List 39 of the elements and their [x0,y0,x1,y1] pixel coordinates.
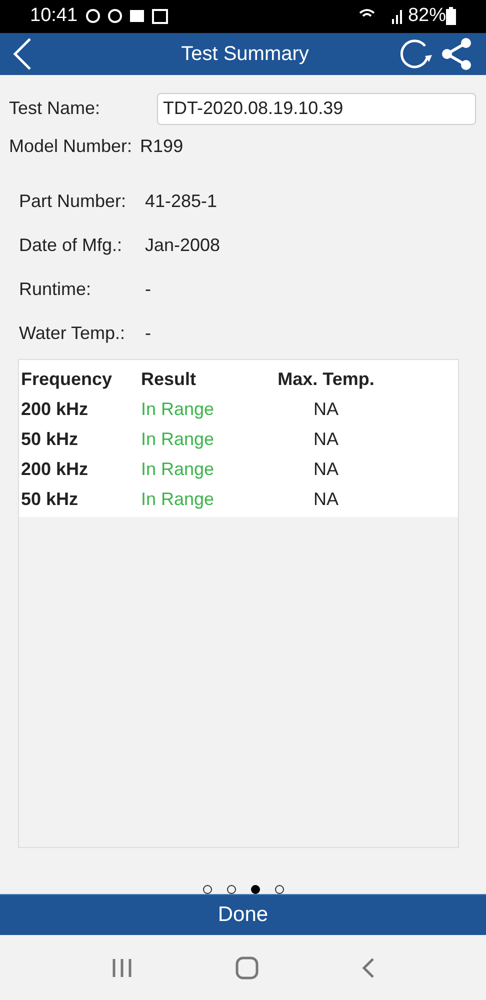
column-header: Max. Temp. [276,368,376,392]
column-header: Result [140,368,198,392]
field-value: - [145,322,151,345]
header-title: Test Summary [180,42,310,67]
table-cell-text: In Range [140,458,216,482]
field-value: R199 [140,134,184,158]
test-name-field[interactable]: TDT-2020.08.19.10.39 [157,92,476,125]
share-icon [440,36,472,71]
table-cell-text: In Range [140,398,216,422]
field-value: 41-285-1 [145,190,218,213]
refresh-icon [399,38,433,70]
table-cell-text: In Range [140,428,216,452]
signal-icon [358,7,404,26]
recent-apps-icon[interactable] [111,958,133,978]
table-cell-text: 200 kHz [20,398,90,422]
field-label: Runtime: [19,278,92,301]
done-button[interactable]: Done [0,894,486,936]
field-label: Model Number: [9,134,132,158]
field-label: Water Temp.: [19,322,126,345]
back-icon[interactable] [361,956,375,979]
column-header: Frequency [20,368,114,392]
field-value: Jan-2008 [145,234,220,257]
field-label: Test Name: [9,97,102,120]
table-cell-text: 50 kHz [20,488,80,512]
table-cell-text: NA [312,398,340,422]
table-cell-text: 50 kHz [20,428,80,452]
table-cell-text: NA [312,458,340,482]
table-cell-text: In Range [140,488,216,512]
table-cell-text: 200 kHz [20,458,90,482]
battery-icon [446,7,456,26]
table-cell-text: NA [312,488,340,512]
table-cell-text: NA [312,428,340,452]
back-icon [12,36,32,71]
status-time: 10:41 [30,4,78,28]
field-value: - [145,278,151,301]
battery-percent: 82% [408,4,446,28]
home-icon[interactable] [235,956,259,980]
field-label: Part Number: [19,190,128,213]
field-label: Date of Mfg.: [19,234,124,257]
